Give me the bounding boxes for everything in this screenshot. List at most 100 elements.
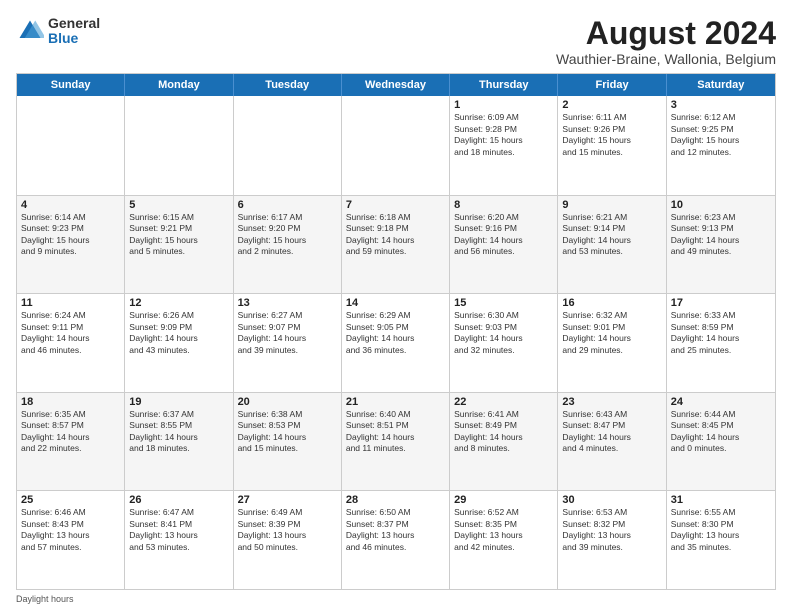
cal-cell: 5Sunrise: 6:15 AM Sunset: 9:21 PM Daylig… bbox=[125, 196, 233, 294]
day-info: Sunrise: 6:20 AM Sunset: 9:16 PM Dayligh… bbox=[454, 212, 553, 258]
cal-cell: 15Sunrise: 6:30 AM Sunset: 9:03 PM Dayli… bbox=[450, 294, 558, 392]
day-info: Sunrise: 6:47 AM Sunset: 8:41 PM Dayligh… bbox=[129, 507, 228, 553]
cal-cell: 1Sunrise: 6:09 AM Sunset: 9:28 PM Daylig… bbox=[450, 96, 558, 195]
day-info: Sunrise: 6:29 AM Sunset: 9:05 PM Dayligh… bbox=[346, 310, 445, 356]
title-block: August 2024 Wauthier-Braine, Wallonia, B… bbox=[556, 16, 776, 67]
cal-cell: 10Sunrise: 6:23 AM Sunset: 9:13 PM Dayli… bbox=[667, 196, 775, 294]
day-info: Sunrise: 6:18 AM Sunset: 9:18 PM Dayligh… bbox=[346, 212, 445, 258]
day-info: Sunrise: 6:21 AM Sunset: 9:14 PM Dayligh… bbox=[562, 212, 661, 258]
cal-cell: 26Sunrise: 6:47 AM Sunset: 8:41 PM Dayli… bbox=[125, 491, 233, 589]
day-number: 4 bbox=[21, 199, 120, 211]
day-number: 11 bbox=[21, 297, 120, 309]
cal-cell: 29Sunrise: 6:52 AM Sunset: 8:35 PM Dayli… bbox=[450, 491, 558, 589]
day-number: 31 bbox=[671, 494, 771, 506]
day-number: 18 bbox=[21, 396, 120, 408]
day-number: 16 bbox=[562, 297, 661, 309]
day-info: Sunrise: 6:53 AM Sunset: 8:32 PM Dayligh… bbox=[562, 507, 661, 553]
cal-cell: 24Sunrise: 6:44 AM Sunset: 8:45 PM Dayli… bbox=[667, 393, 775, 491]
cal-cell: 7Sunrise: 6:18 AM Sunset: 9:18 PM Daylig… bbox=[342, 196, 450, 294]
day-info: Sunrise: 6:41 AM Sunset: 8:49 PM Dayligh… bbox=[454, 409, 553, 455]
cal-cell: 6Sunrise: 6:17 AM Sunset: 9:20 PM Daylig… bbox=[234, 196, 342, 294]
day-number: 23 bbox=[562, 396, 661, 408]
day-info: Sunrise: 6:33 AM Sunset: 8:59 PM Dayligh… bbox=[671, 310, 771, 356]
day-info: Sunrise: 6:49 AM Sunset: 8:39 PM Dayligh… bbox=[238, 507, 337, 553]
day-info: Sunrise: 6:27 AM Sunset: 9:07 PM Dayligh… bbox=[238, 310, 337, 356]
cal-cell: 31Sunrise: 6:55 AM Sunset: 8:30 PM Dayli… bbox=[667, 491, 775, 589]
cal-cell: 12Sunrise: 6:26 AM Sunset: 9:09 PM Dayli… bbox=[125, 294, 233, 392]
week-row-4: 18Sunrise: 6:35 AM Sunset: 8:57 PM Dayli… bbox=[17, 392, 775, 491]
day-info: Sunrise: 6:52 AM Sunset: 8:35 PM Dayligh… bbox=[454, 507, 553, 553]
day-number: 15 bbox=[454, 297, 553, 309]
cal-cell: 2Sunrise: 6:11 AM Sunset: 9:26 PM Daylig… bbox=[558, 96, 666, 195]
day-number: 3 bbox=[671, 99, 771, 111]
calendar-header: SundayMondayTuesdayWednesdayThursdayFrid… bbox=[17, 74, 775, 96]
day-number: 29 bbox=[454, 494, 553, 506]
cal-cell bbox=[234, 96, 342, 195]
month-title: August 2024 bbox=[556, 16, 776, 51]
calendar-body: 1Sunrise: 6:09 AM Sunset: 9:28 PM Daylig… bbox=[17, 96, 775, 589]
cal-cell: 13Sunrise: 6:27 AM Sunset: 9:07 PM Dayli… bbox=[234, 294, 342, 392]
cal-cell: 9Sunrise: 6:21 AM Sunset: 9:14 PM Daylig… bbox=[558, 196, 666, 294]
header: General Blue August 2024 Wauthier-Braine… bbox=[16, 16, 776, 67]
header-day-friday: Friday bbox=[558, 74, 666, 96]
cal-cell: 28Sunrise: 6:50 AM Sunset: 8:37 PM Dayli… bbox=[342, 491, 450, 589]
logo: General Blue bbox=[16, 16, 100, 47]
day-info: Sunrise: 6:09 AM Sunset: 9:28 PM Dayligh… bbox=[454, 112, 553, 158]
logo-text: General Blue bbox=[48, 16, 100, 47]
cal-cell: 21Sunrise: 6:40 AM Sunset: 8:51 PM Dayli… bbox=[342, 393, 450, 491]
day-number: 25 bbox=[21, 494, 120, 506]
day-info: Sunrise: 6:38 AM Sunset: 8:53 PM Dayligh… bbox=[238, 409, 337, 455]
week-row-3: 11Sunrise: 6:24 AM Sunset: 9:11 PM Dayli… bbox=[17, 293, 775, 392]
cal-cell: 25Sunrise: 6:46 AM Sunset: 8:43 PM Dayli… bbox=[17, 491, 125, 589]
day-number: 9 bbox=[562, 199, 661, 211]
daylight-note: Daylight hours bbox=[16, 594, 776, 604]
day-number: 22 bbox=[454, 396, 553, 408]
cal-cell: 22Sunrise: 6:41 AM Sunset: 8:49 PM Dayli… bbox=[450, 393, 558, 491]
logo-blue: Blue bbox=[48, 31, 100, 46]
header-day-monday: Monday bbox=[125, 74, 233, 96]
cal-cell: 30Sunrise: 6:53 AM Sunset: 8:32 PM Dayli… bbox=[558, 491, 666, 589]
cal-cell: 8Sunrise: 6:20 AM Sunset: 9:16 PM Daylig… bbox=[450, 196, 558, 294]
daylight-label: Daylight hours bbox=[16, 594, 74, 604]
day-info: Sunrise: 6:40 AM Sunset: 8:51 PM Dayligh… bbox=[346, 409, 445, 455]
cal-cell: 16Sunrise: 6:32 AM Sunset: 9:01 PM Dayli… bbox=[558, 294, 666, 392]
cal-cell bbox=[342, 96, 450, 195]
cal-cell: 27Sunrise: 6:49 AM Sunset: 8:39 PM Dayli… bbox=[234, 491, 342, 589]
day-info: Sunrise: 6:26 AM Sunset: 9:09 PM Dayligh… bbox=[129, 310, 228, 356]
day-number: 21 bbox=[346, 396, 445, 408]
header-day-sunday: Sunday bbox=[17, 74, 125, 96]
week-row-5: 25Sunrise: 6:46 AM Sunset: 8:43 PM Dayli… bbox=[17, 490, 775, 589]
day-info: Sunrise: 6:43 AM Sunset: 8:47 PM Dayligh… bbox=[562, 409, 661, 455]
day-number: 13 bbox=[238, 297, 337, 309]
day-info: Sunrise: 6:50 AM Sunset: 8:37 PM Dayligh… bbox=[346, 507, 445, 553]
day-info: Sunrise: 6:35 AM Sunset: 8:57 PM Dayligh… bbox=[21, 409, 120, 455]
day-number: 6 bbox=[238, 199, 337, 211]
location-subtitle: Wauthier-Braine, Wallonia, Belgium bbox=[556, 51, 776, 67]
cal-cell: 4Sunrise: 6:14 AM Sunset: 9:23 PM Daylig… bbox=[17, 196, 125, 294]
cal-cell: 20Sunrise: 6:38 AM Sunset: 8:53 PM Dayli… bbox=[234, 393, 342, 491]
cal-cell: 17Sunrise: 6:33 AM Sunset: 8:59 PM Dayli… bbox=[667, 294, 775, 392]
day-number: 8 bbox=[454, 199, 553, 211]
day-number: 2 bbox=[562, 99, 661, 111]
day-number: 19 bbox=[129, 396, 228, 408]
day-number: 1 bbox=[454, 99, 553, 111]
day-number: 26 bbox=[129, 494, 228, 506]
header-day-thursday: Thursday bbox=[450, 74, 558, 96]
header-day-wednesday: Wednesday bbox=[342, 74, 450, 96]
cal-cell bbox=[17, 96, 125, 195]
day-number: 28 bbox=[346, 494, 445, 506]
day-number: 7 bbox=[346, 199, 445, 211]
page: General Blue August 2024 Wauthier-Braine… bbox=[0, 0, 792, 612]
cal-cell: 19Sunrise: 6:37 AM Sunset: 8:55 PM Dayli… bbox=[125, 393, 233, 491]
day-number: 12 bbox=[129, 297, 228, 309]
day-number: 20 bbox=[238, 396, 337, 408]
day-info: Sunrise: 6:55 AM Sunset: 8:30 PM Dayligh… bbox=[671, 507, 771, 553]
day-info: Sunrise: 6:11 AM Sunset: 9:26 PM Dayligh… bbox=[562, 112, 661, 158]
week-row-2: 4Sunrise: 6:14 AM Sunset: 9:23 PM Daylig… bbox=[17, 195, 775, 294]
day-number: 5 bbox=[129, 199, 228, 211]
day-info: Sunrise: 6:24 AM Sunset: 9:11 PM Dayligh… bbox=[21, 310, 120, 356]
day-info: Sunrise: 6:23 AM Sunset: 9:13 PM Dayligh… bbox=[671, 212, 771, 258]
cal-cell bbox=[125, 96, 233, 195]
logo-general: General bbox=[48, 16, 100, 31]
cal-cell: 23Sunrise: 6:43 AM Sunset: 8:47 PM Dayli… bbox=[558, 393, 666, 491]
